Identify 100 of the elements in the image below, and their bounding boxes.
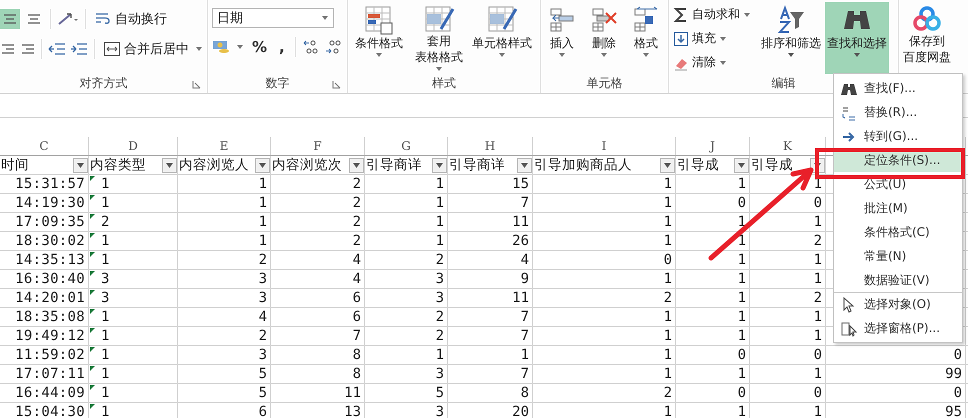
- table-cell: 6: [258, 404, 267, 418]
- style-button[interactable]: 套用 表格格式: [410, 2, 468, 74]
- table-cell: 2: [352, 214, 361, 230]
- filter-button[interactable]: [73, 158, 88, 172]
- increase-decimal-icon[interactable]: [302, 39, 320, 55]
- column-letter[interactable]: H: [484, 139, 496, 153]
- table-cell: 1: [814, 404, 822, 418]
- filter-button[interactable]: [162, 158, 177, 172]
- column-heading: 内容浏览人: [179, 156, 249, 174]
- menu-item[interactable]: 公式(U): [834, 172, 962, 196]
- orientation-icon[interactable]: [57, 11, 79, 27]
- menu-item[interactable]: 常量(N): [834, 244, 962, 268]
- menu-item[interactable]: 条件格式(C): [834, 220, 962, 244]
- save-to-cloud-button[interactable]: 保存到 百度网盘: [901, 2, 953, 74]
- wrap-text-button[interactable]: 自动换行: [92, 10, 169, 28]
- menu-item[interactable]: 选择窗格(P)...: [834, 316, 962, 340]
- filter-button[interactable]: [432, 158, 447, 172]
- menu-item[interactable]: 转到(G)...: [834, 124, 962, 148]
- column-letter[interactable]: G: [401, 139, 411, 153]
- table-cell: 1: [101, 328, 110, 344]
- table-cell: 1: [664, 176, 672, 192]
- dialog-launcher-icon[interactable]: [192, 80, 201, 89]
- column-letter[interactable]: I: [602, 139, 606, 153]
- table-cell: 95: [945, 404, 962, 418]
- cloud-icon: [912, 5, 942, 33]
- merge-icon: [103, 41, 121, 57]
- filter-button[interactable]: [349, 158, 364, 172]
- caret-icon: [435, 66, 443, 72]
- decrease-indent-icon[interactable]: [48, 42, 66, 56]
- increase-indent-icon[interactable]: [70, 42, 88, 56]
- table-cell: 2: [101, 214, 110, 230]
- style-button[interactable]: 单元格样式: [470, 2, 534, 74]
- table-cell: 1: [814, 214, 822, 230]
- align-icon: [0, 43, 15, 55]
- dialog-launcher-icon[interactable]: [332, 80, 341, 89]
- column-letter[interactable]: J: [710, 139, 715, 153]
- menu-item[interactable]: 查找(F)...: [834, 76, 962, 100]
- caret-icon: [600, 52, 608, 58]
- number-format-dropdown[interactable]: 日期: [212, 8, 334, 28]
- table-cell: 1: [738, 309, 746, 325]
- caret-icon: [353, 162, 360, 168]
- merge-center-button[interactable]: 合并后居中: [101, 40, 191, 58]
- cells-button[interactable]: 删除: [585, 2, 623, 74]
- table-cell: 1: [101, 366, 110, 382]
- table-cell: 3: [258, 290, 267, 306]
- cells-button[interactable]: 格式: [627, 2, 665, 74]
- edit-small-button[interactable]: 清除: [671, 52, 757, 73]
- table-cell: 2: [352, 233, 361, 249]
- group-label: 编辑: [772, 75, 796, 92]
- column-letter[interactable]: D: [128, 139, 138, 153]
- edit-small-button[interactable]: 自动求和: [671, 4, 757, 25]
- menu-item[interactable]: 批注(M): [834, 196, 962, 220]
- table-cell: 14:35:13: [15, 252, 85, 268]
- table-cell: 18:35:08: [15, 309, 85, 325]
- table-cell: 1: [738, 290, 746, 306]
- column-letter[interactable]: C: [39, 139, 49, 153]
- table-cell: 2: [436, 328, 444, 344]
- comma-button[interactable]: ,: [275, 38, 289, 56]
- edit-big-button[interactable]: 排序和筛选: [759, 2, 823, 74]
- filter-button[interactable]: [517, 158, 532, 172]
- filter-button[interactable]: [255, 158, 270, 172]
- filter-button[interactable]: [734, 158, 749, 172]
- table-cell: 7: [520, 366, 529, 382]
- table-cell: 1: [436, 233, 444, 249]
- menu-item[interactable]: 替换(R)...: [834, 100, 962, 124]
- group-label: 样式: [432, 75, 456, 92]
- table-cell: 1: [664, 233, 672, 249]
- caret-icon[interactable]: [236, 44, 244, 50]
- caret-icon[interactable]: [195, 46, 203, 52]
- table-cell: 1: [814, 309, 822, 325]
- menu-item[interactable]: 数据验证(V): [834, 268, 962, 292]
- table-cell: 8: [352, 366, 361, 382]
- style-button[interactable]: 条件格式: [350, 2, 408, 74]
- table-cell: 2: [814, 233, 822, 249]
- align-button[interactable]: [0, 9, 20, 29]
- column-heading: 时间: [1, 156, 29, 174]
- table-cell: 1: [738, 214, 746, 230]
- table-cell: 17:07:11: [15, 366, 85, 382]
- table-cell: 1: [101, 195, 110, 211]
- filter-button[interactable]: [660, 158, 675, 172]
- column-letter[interactable]: E: [220, 139, 228, 153]
- table-cell: 11: [512, 290, 529, 306]
- column-heading: 内容类型: [90, 156, 146, 174]
- table-cell: 1: [738, 252, 746, 268]
- column-letter[interactable]: F: [313, 139, 322, 153]
- table-cell: 15:31:57: [15, 176, 85, 192]
- table-cell: 7: [520, 328, 529, 344]
- percent-button[interactable]: %: [248, 38, 272, 56]
- table-cell: 3: [436, 404, 444, 418]
- menu-item[interactable]: 选择对象(O): [834, 292, 962, 316]
- table-cell: 2: [664, 290, 672, 306]
- table-cell: 3: [258, 271, 267, 287]
- edit-big-button[interactable]: 查找和选择: [825, 2, 889, 74]
- edit-small-button[interactable]: 填充: [671, 28, 757, 49]
- table-cell: 20: [512, 404, 529, 418]
- column-letter[interactable]: K: [783, 139, 792, 153]
- table-cell: 0: [664, 252, 672, 268]
- decrease-decimal-icon[interactable]: [324, 39, 342, 55]
- align-icon: [27, 13, 41, 25]
- cells-button[interactable]: 插入: [543, 2, 581, 74]
